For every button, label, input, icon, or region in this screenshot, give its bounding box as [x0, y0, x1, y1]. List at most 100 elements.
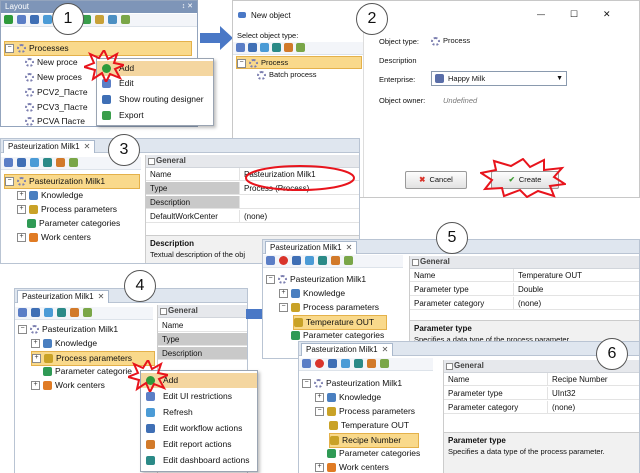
close-icon[interactable]: ✕ — [346, 243, 353, 252]
filter-icon[interactable] — [318, 256, 327, 265]
menu-item-export[interactable]: Export — [97, 108, 213, 123]
close-icon[interactable]: ✕ — [98, 292, 105, 301]
collapse-icon[interactable]: − — [18, 325, 27, 335]
filter-icon[interactable] — [354, 359, 363, 368]
tree-root[interactable]: − Pasteurization Milk1 — [302, 377, 402, 390]
save-icon[interactable] — [69, 158, 78, 167]
collapse-icon[interactable]: − — [237, 58, 246, 68]
settings-icon[interactable] — [108, 15, 117, 24]
edit-icon[interactable] — [266, 256, 275, 265]
collapse-icon[interactable]: − — [5, 44, 14, 54]
tree-item-workcenters[interactable]: + Work centers — [315, 461, 389, 473]
filter-icon[interactable] — [57, 308, 66, 317]
refresh-icon[interactable] — [260, 43, 269, 52]
export-icon[interactable] — [284, 43, 293, 52]
tree-item-parameters[interactable]: + Process parameters — [17, 203, 117, 216]
refresh-icon[interactable] — [341, 359, 350, 368]
tree-item[interactable]: New proces — [25, 71, 82, 84]
tree-item-categories[interactable]: Parameter categorie — [43, 365, 132, 378]
tree-item-temperature[interactable]: Temperature OUT — [329, 419, 409, 432]
expand-icon[interactable]: + — [17, 191, 26, 201]
menu-item-report[interactable]: Edit report actions — [141, 437, 257, 452]
expand-icon[interactable]: + — [17, 205, 26, 215]
network-icon[interactable] — [31, 308, 40, 317]
filter-icon[interactable] — [43, 158, 52, 167]
prop-value[interactable]: Temperature OUT — [514, 269, 639, 282]
delete-icon[interactable] — [279, 256, 288, 265]
tree-item-recipe-number[interactable]: Recipe Number — [329, 433, 419, 448]
prop-value[interactable]: UInt32 — [548, 387, 639, 400]
expand-icon[interactable]: + — [279, 289, 288, 299]
edit-icon[interactable] — [17, 15, 26, 24]
export-icon[interactable] — [331, 256, 340, 265]
cancel-button[interactable]: ✖ Cancel — [405, 171, 467, 189]
prop-value[interactable]: (none) — [240, 210, 359, 223]
save-icon[interactable] — [121, 15, 130, 24]
close-button[interactable]: ✕ — [603, 9, 611, 20]
refresh-icon[interactable] — [305, 256, 314, 265]
filter-icon[interactable] — [272, 43, 281, 52]
tree-item-knowledge[interactable]: + Knowledge — [279, 287, 345, 300]
save-icon[interactable] — [344, 256, 353, 265]
tree-item[interactable]: PCVA Пасте — [25, 115, 85, 126]
expand-icon[interactable]: + — [315, 463, 324, 473]
expand-icon[interactable]: + — [32, 354, 41, 364]
save-icon[interactable] — [83, 308, 92, 317]
tree-item-categories[interactable]: Parameter categories — [327, 447, 420, 460]
network-icon[interactable] — [328, 359, 337, 368]
tree-item[interactable]: PCV2_Пасте — [25, 86, 88, 99]
close-icon[interactable]: ✕ — [84, 142, 91, 151]
refresh-icon[interactable] — [43, 15, 52, 24]
tab-pasteurization[interactable]: Pasteurization Milk1 ✕ — [3, 140, 96, 153]
edit-icon[interactable] — [4, 158, 13, 167]
expand-icon[interactable] — [236, 43, 245, 52]
menu-item-workflow[interactable]: Edit workflow actions — [141, 421, 257, 436]
collapse-icon[interactable]: − — [302, 379, 311, 389]
type-batch-process[interactable]: Batch process — [257, 68, 317, 81]
tab-pasteurization[interactable]: Pasteurization Milk1 ✕ — [265, 241, 358, 254]
refresh-icon[interactable] — [44, 308, 53, 317]
menu-item-dashboard[interactable]: Edit dashboard actions — [141, 453, 257, 468]
tree-item-workcenters[interactable]: + Work centers — [17, 231, 91, 244]
menu-item-refresh[interactable]: Refresh — [141, 405, 257, 420]
tree-item-parameters[interactable]: − Process parameters — [279, 301, 379, 314]
collapse-icon[interactable] — [248, 43, 257, 52]
menu-item-routing[interactable]: Show routing designer — [97, 92, 213, 107]
pin-icon[interactable]: ↕ ✕ — [182, 1, 193, 13]
prop-value[interactable]: Double — [514, 283, 639, 296]
close-icon[interactable]: ✕ — [382, 345, 389, 354]
tree-item-parameters[interactable]: − Process parameters — [315, 405, 415, 418]
prop-value[interactable]: Recipe Number — [548, 373, 639, 386]
tree-item-categories[interactable]: Parameter categories — [27, 217, 120, 230]
collapse-icon[interactable]: − — [315, 407, 324, 417]
tree-root[interactable]: − Pasteurization Milk1 — [4, 174, 140, 189]
expand-icon[interactable]: + — [31, 339, 40, 349]
lock-icon[interactable] — [95, 15, 104, 24]
tab-pasteurization[interactable]: Pasteurization Milk1 ✕ — [301, 343, 394, 356]
expand-icon[interactable]: + — [315, 393, 324, 403]
tree-root[interactable]: − Pasteurization Milk1 — [266, 273, 366, 286]
add-icon[interactable] — [4, 15, 13, 24]
export-icon[interactable] — [70, 308, 79, 317]
prop-value[interactable]: (none) — [548, 401, 639, 414]
network-icon[interactable] — [30, 15, 39, 24]
expand-icon[interactable]: + — [17, 233, 26, 243]
network-icon[interactable] — [17, 158, 26, 167]
minimize-button[interactable]: — — [537, 10, 545, 19]
delete-icon[interactable] — [315, 359, 324, 368]
collapse-icon[interactable]: − — [279, 303, 288, 313]
tree-item-temperature[interactable]: Temperature OUT — [293, 315, 387, 330]
prop-value[interactable] — [240, 196, 359, 209]
refresh-icon[interactable] — [30, 158, 39, 167]
collapse-icon[interactable]: − — [5, 177, 14, 187]
tab-pasteurization[interactable]: Pasteurization Milk1 ✕ — [17, 290, 110, 303]
export-icon[interactable] — [367, 359, 376, 368]
tree-item-knowledge[interactable]: + Knowledge — [31, 337, 97, 350]
export-icon[interactable] — [56, 158, 65, 167]
save-icon[interactable] — [380, 359, 389, 368]
edit-icon[interactable] — [302, 359, 311, 368]
network-icon[interactable] — [292, 256, 301, 265]
prop-value[interactable]: (none) — [514, 297, 639, 310]
tree-item[interactable]: New proce — [25, 56, 78, 69]
tree-item-knowledge[interactable]: + Knowledge — [315, 391, 381, 404]
